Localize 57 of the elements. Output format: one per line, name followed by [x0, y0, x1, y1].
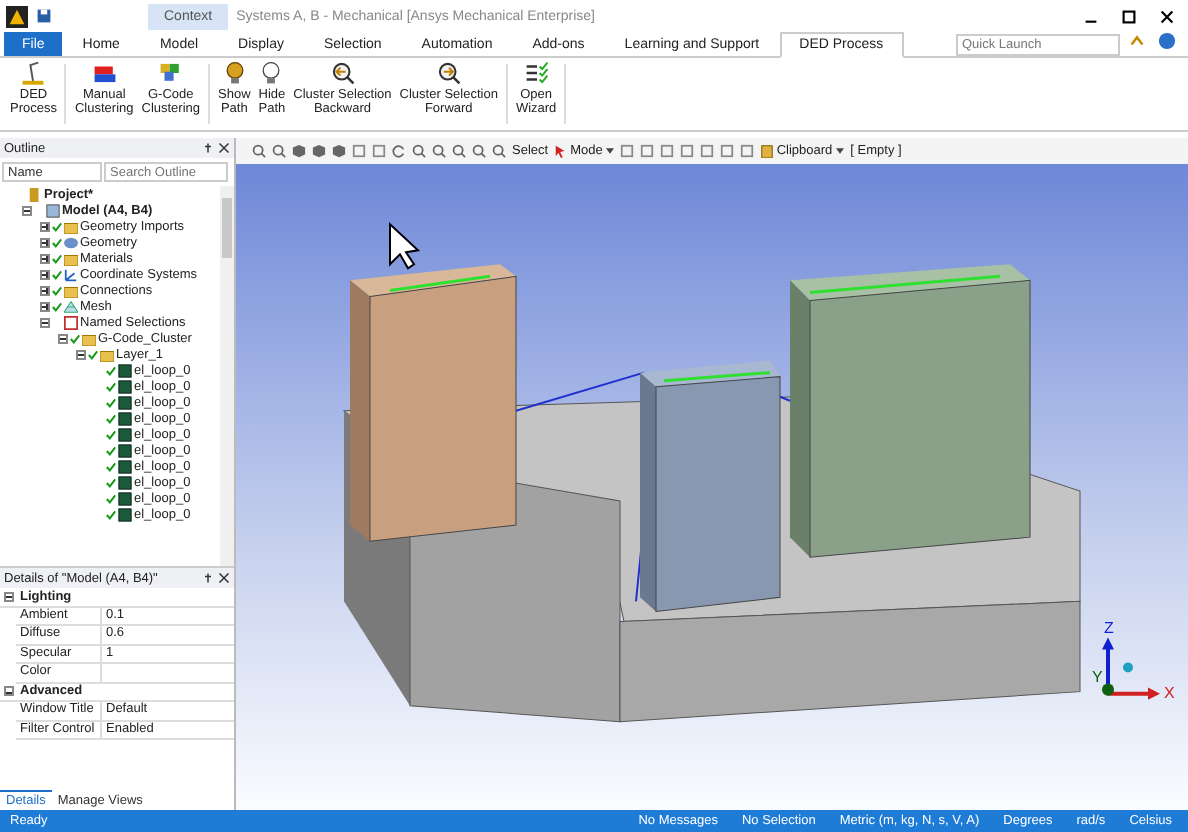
expand-toggle[interactable] — [40, 237, 50, 247]
cursor-icon — [389, 221, 421, 270]
axis-triad-icon — [1102, 637, 1160, 700]
selection-icon — [64, 315, 78, 329]
square-icon[interactable] — [680, 144, 695, 158]
maximize-icon[interactable] — [1120, 7, 1138, 25]
app-logo-icon — [6, 5, 28, 27]
close-icon[interactable] — [218, 572, 230, 584]
expand-toggle[interactable] — [40, 253, 50, 263]
pointer-icon — [554, 144, 569, 158]
expand-toggle[interactable] — [4, 591, 14, 602]
lightbulb-icon — [221, 60, 248, 86]
save-icon[interactable] — [36, 8, 52, 24]
scrollbar[interactable] — [220, 186, 234, 566]
expand-toggle[interactable] — [40, 269, 50, 279]
lightbulb-icon — [258, 60, 285, 86]
zoom-icon[interactable] — [432, 144, 446, 158]
axis-label: X — [1164, 683, 1175, 702]
expand-toggle[interactable] — [4, 686, 14, 697]
caret-icon — [606, 148, 615, 154]
axes-icon — [64, 267, 78, 281]
axis-label: Y — [1092, 667, 1103, 686]
expand-toggle[interactable] — [58, 333, 68, 343]
square-icon[interactable] — [660, 144, 675, 158]
expand-toggle[interactable] — [40, 317, 50, 327]
expand-toggle[interactable] — [40, 285, 50, 295]
square-icon[interactable] — [640, 144, 655, 158]
close-icon[interactable] — [1158, 7, 1176, 25]
checklist-icon — [523, 60, 550, 86]
expand-toggle[interactable] — [76, 349, 86, 359]
zoom-icon[interactable] — [492, 144, 506, 158]
expand-toggle[interactable] — [40, 301, 50, 311]
close-icon[interactable] — [218, 142, 230, 154]
caret-up-icon[interactable] — [1128, 32, 1146, 50]
zoom-icon[interactable] — [412, 144, 426, 158]
expand-toggle[interactable] — [22, 205, 32, 215]
rotate-icon[interactable] — [392, 144, 406, 158]
mesh-icon — [64, 299, 78, 313]
tool-stand-icon — [20, 60, 47, 86]
pin-icon[interactable] — [202, 142, 214, 154]
caret-icon — [836, 148, 845, 154]
pin-icon[interactable] — [202, 572, 214, 584]
square-icon[interactable] — [620, 144, 635, 158]
expand-toggle[interactable] — [40, 221, 50, 231]
cubes-icon — [157, 60, 184, 86]
square-icon[interactable] — [352, 144, 366, 158]
square-icon[interactable] — [700, 144, 715, 158]
clipboard-icon — [760, 144, 775, 158]
zoom-icon[interactable] — [452, 144, 466, 158]
square-icon[interactable] — [372, 144, 386, 158]
zoom-icon[interactable] — [472, 144, 486, 158]
square-icon[interactable] — [740, 144, 755, 158]
zoom-icon[interactable] — [272, 144, 286, 158]
square-icon[interactable] — [720, 144, 735, 158]
axis-label: Z — [1104, 619, 1114, 638]
zoom-icon[interactable] — [252, 144, 266, 158]
graphics-viewport[interactable]: Z X Y — [236, 164, 1188, 810]
